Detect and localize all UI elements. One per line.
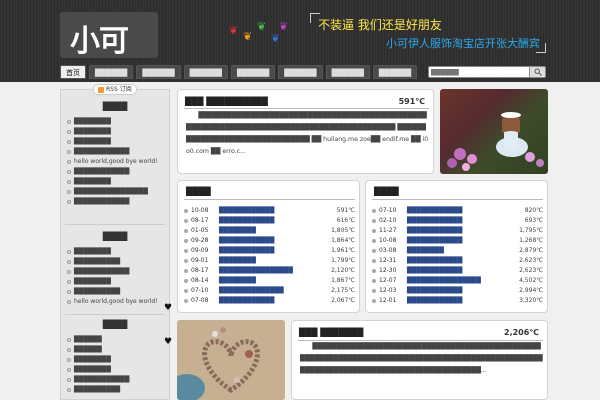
- sidebar-section: ████ ████████ ████████ ████████ ████████…: [61, 102, 169, 207]
- heart-icon: ♥: [164, 337, 173, 347]
- list-row[interactable]: 09-01 ████████ 1,799℃: [184, 256, 355, 266]
- paw-icon: ❦: [257, 20, 267, 33]
- sidebar-link[interactable]: ████████: [67, 127, 169, 137]
- sidebar-link[interactable]: ████████: [67, 137, 169, 147]
- nav-item[interactable]: ██████: [183, 65, 228, 79]
- list-row[interactable]: 10-08 ████████████ 591℃: [184, 206, 355, 216]
- list-row[interactable]: 12-01 ████████████ 3,320℃: [372, 296, 543, 306]
- nav-item[interactable]: ██████: [230, 65, 276, 79]
- sidebar-link[interactable]: ████████████: [67, 267, 169, 277]
- sidebar-link[interactable]: ████████: [67, 355, 169, 365]
- paw-icon: ❦: [271, 32, 281, 45]
- divider: [184, 199, 355, 200]
- post-excerpt: ████████████████████████████████████████…: [300, 343, 543, 374]
- divider: [184, 108, 429, 109]
- list-row[interactable]: 12-31 ████████████ 2,623℃: [372, 256, 543, 266]
- sidebar-link[interactable]: hello world,good bye world!: [67, 297, 169, 307]
- sidebar-link[interactable]: ██████: [67, 335, 169, 345]
- sidebar-link[interactable]: ██████████: [67, 257, 169, 267]
- nav-item[interactable]: ██████: [136, 65, 181, 79]
- slogan-line1: 不装逼 我们还是好朋友: [318, 18, 442, 32]
- rss-link[interactable]: RSS 订阅: [93, 84, 137, 95]
- list-row[interactable]: 08-17 ████████████████ 2,120℃: [184, 266, 355, 276]
- main-nav: 首页 ██████ ██████ ██████ ██████ ██████ ██…: [60, 65, 418, 79]
- sidebar-section: ████ ██████ ██████ ████████ ████████ ███…: [61, 320, 169, 395]
- logo-text: 小可: [70, 24, 129, 59]
- post-title[interactable]: ███ ██████████: [185, 97, 268, 106]
- sidebar-link[interactable]: ████████████: [67, 375, 169, 385]
- paw-icon: ❦: [229, 24, 239, 37]
- nav-item-home[interactable]: 首页: [60, 65, 86, 79]
- slogan-line2[interactable]: 小可伊人服饰淘宝店开张大酬宾: [386, 35, 540, 51]
- post-views: 591℃: [398, 97, 425, 106]
- sidebar-link[interactable]: ██████: [67, 345, 169, 355]
- list-row[interactable]: 01-05 ████████ 1,805℃: [184, 226, 355, 236]
- list-row[interactable]: 08-17 ████████████ 616℃: [184, 216, 355, 226]
- list-row[interactable]: 07-08 ████████████ 2,067℃: [184, 296, 355, 306]
- post-card: ███ ██████████ 591℃ ████████████████████…: [177, 89, 434, 174]
- paw-icon: ❦: [279, 20, 289, 33]
- sidebar-section-title: ████: [102, 320, 128, 329]
- nav-item[interactable]: ██████: [372, 65, 418, 79]
- divider: [65, 224, 165, 225]
- list-row[interactable]: 12-30 ████████████ 2,623℃: [372, 266, 543, 276]
- list-title: ████: [374, 187, 399, 196]
- sidebar-link[interactable]: ████████: [67, 117, 169, 127]
- sidebar-link[interactable]: ██████████: [67, 287, 169, 297]
- divider: [65, 314, 165, 315]
- list-row[interactable]: 03-08 ████████ 2,879℃: [372, 246, 543, 256]
- list-card-left: ████ 10-08 ████████████ 591℃ 08-17 ████████…: [177, 180, 360, 313]
- post-thumbnail[interactable]: [440, 89, 548, 174]
- nav-item[interactable]: ██████: [278, 65, 323, 79]
- sidebar-link[interactable]: ████████: [67, 177, 169, 187]
- sidebar-section-title: ████: [102, 102, 128, 111]
- post-excerpt: ████████████████████████████████████████…: [186, 112, 429, 155]
- heart-icon: ♥: [164, 303, 173, 313]
- sidebar-link[interactable]: ████████: [67, 365, 169, 375]
- list-card-right: ████ 07-10 ████████████ 820℃ 02-10 ████████…: [365, 180, 548, 313]
- rss-icon: [98, 86, 104, 93]
- site-header: 小可 ❦ ❦ ❦ ❦ ❦ 不装逼 我们还是好朋友 小可伊人服饰淘宝店开张大酬宾 …: [0, 0, 600, 82]
- search-input[interactable]: [431, 67, 527, 77]
- sidebar: RSS 订阅 ████ ████████ ████████ ████████ █…: [60, 84, 170, 400]
- sidebar-link[interactable]: ████████████████: [67, 187, 169, 197]
- rss-label: RSS 订阅: [106, 86, 132, 93]
- girl-photo-image: [440, 89, 548, 174]
- list-row[interactable]: 11-27 ████████████ 1,795℃: [372, 226, 543, 236]
- sidebar-link[interactable]: ████████: [67, 277, 169, 287]
- list-row[interactable]: 07-10 ████████████ 820℃: [372, 206, 543, 216]
- nav-item[interactable]: ██████: [325, 65, 370, 79]
- sidebar-link[interactable]: ████████████: [67, 197, 169, 207]
- sidebar-link[interactable]: ████████: [67, 247, 169, 257]
- list-row[interactable]: 07-10 ██████████████ 2,175℃: [184, 286, 355, 296]
- sidebar-link[interactable]: ████████████: [67, 167, 169, 177]
- search-button[interactable]: [529, 67, 545, 77]
- divider: [372, 199, 543, 200]
- search-icon: [534, 68, 542, 76]
- post-title[interactable]: ███ ███████: [299, 328, 363, 337]
- site-logo[interactable]: 小可: [60, 12, 158, 59]
- list-row[interactable]: 02-10 ████████████ 693℃: [372, 216, 543, 226]
- nav-item[interactable]: ██████: [89, 65, 134, 79]
- slogan-box: 不装逼 我们还是好朋友 小可伊人服饰淘宝店开张大酬宾: [310, 13, 546, 53]
- post-views: 2,206℃: [504, 328, 539, 337]
- sidebar-section-title: ████: [102, 232, 128, 241]
- list-row[interactable]: 12-07 ████████████████ 4,502℃: [372, 276, 543, 286]
- list-row[interactable]: 09-09 ████████████ 1,961℃: [184, 246, 355, 256]
- post-thumbnail[interactable]: [177, 320, 285, 400]
- search-box: [428, 66, 546, 78]
- list-row[interactable]: 10-08 ████████████ 1,268℃: [372, 236, 543, 246]
- paw-decoration: ❦ ❦ ❦ ❦ ❦: [215, 20, 295, 50]
- list-row[interactable]: 08-14 ████████ 1,867℃: [184, 276, 355, 286]
- list-row[interactable]: 09-28 ████████████ 1,864℃: [184, 236, 355, 246]
- post-card: ███ ███████ 2,206℃ █████████████████████…: [291, 320, 548, 400]
- sidebar-link[interactable]: ██████████: [67, 385, 169, 395]
- sidebar-link[interactable]: ████████████: [67, 147, 169, 157]
- sidebar-section: ████ ████████ ██████████ ████████████ ██…: [61, 232, 169, 307]
- sidebar-link[interactable]: hello world,good bye world!: [67, 157, 169, 167]
- list-row[interactable]: 12-03 ████████████ 2,994℃: [372, 286, 543, 296]
- heart-stones-image: [177, 320, 285, 400]
- list-title: ████: [186, 187, 211, 196]
- paw-icon: ❦: [243, 30, 253, 43]
